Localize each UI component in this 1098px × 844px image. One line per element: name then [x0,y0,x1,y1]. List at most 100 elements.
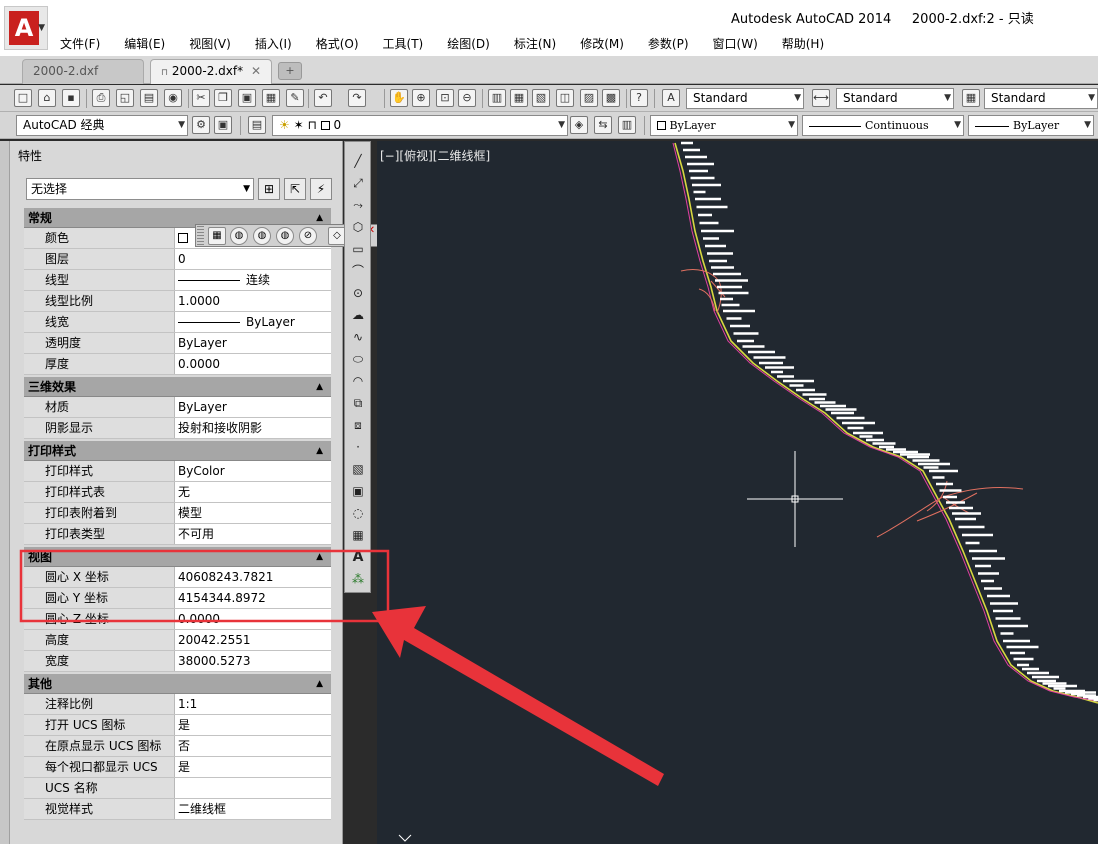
insert-block-icon[interactable]: ⧉ [349,394,367,412]
drawing-canvas[interactable]: [−][俯视][二维线框] [377,141,1098,844]
property-value[interactable] [175,778,331,798]
design-center-icon[interactable]: ▦ [510,89,528,107]
property-value[interactable]: 二维线框 [175,799,331,819]
property-value[interactable]: 否 [175,736,331,756]
property-row[interactable]: 透明度 ByLayer [24,333,331,354]
property-row[interactable]: 打印样式 ByColor [24,461,331,482]
menu-item[interactable]: 插入(I) [243,34,304,54]
line-icon[interactable]: ╱ [349,152,367,170]
copy-icon[interactable]: ❐ [214,89,232,107]
rectangle-icon[interactable]: ▭ [349,240,367,258]
property-row[interactable]: UCS 名称 [24,778,331,799]
property-row[interactable]: 线型 连续 [24,270,331,291]
calculator-icon[interactable]: ▩ [602,89,620,107]
property-value[interactable]: 是 [175,757,331,777]
property-row[interactable]: 线型比例 1.0000 [24,291,331,312]
menu-item[interactable]: 编辑(E) [112,34,177,54]
menu-item[interactable]: 视图(V) [177,34,243,54]
section-header[interactable]: 视图 ▲ [24,547,331,567]
quick-select-button[interactable]: ⚡ [310,178,332,200]
collapse-icon[interactable]: ▲ [316,674,323,694]
property-row[interactable]: 圆心 Z 坐标 0.0000 [24,609,331,630]
property-row[interactable]: 每个视口都显示 UCS 是 [24,757,331,778]
property-value[interactable]: 40608243.7821 [175,567,331,587]
linetype-select[interactable]: Continuous ▼ [802,115,964,136]
property-row[interactable]: 打印表附着到 模型 [24,503,331,524]
add-selected-icon[interactable]: ⁂ [349,570,367,588]
section-header[interactable]: 打印样式 ▲ [24,441,331,461]
section-header[interactable]: 其他 ▲ [24,674,331,694]
property-row[interactable]: 圆心 Y 坐标 4154344.8972 [24,588,331,609]
property-value[interactable]: 连续 [175,270,331,290]
dim-style-select[interactable]: Standard ▼ [836,88,954,109]
property-value[interactable]: ByLayer [175,312,331,332]
palette-title-strip[interactable] [0,141,10,844]
gradient-icon[interactable]: ▣ [349,482,367,500]
publish-icon[interactable]: ▤ [140,89,158,107]
application-menu-button[interactable]: A ▼ [4,6,48,50]
select-objects-button[interactable]: ⇱ [284,178,306,200]
close-icon[interactable]: ✕ [251,60,261,83]
make-block-icon[interactable]: ⧈ [349,416,367,434]
undo-icon[interactable]: ↶ [314,89,332,107]
property-row[interactable]: 线宽 ByLayer [24,312,331,333]
cut-icon[interactable]: ✂ [192,89,210,107]
region-icon[interactable]: ◌ [349,504,367,522]
hatch-icon[interactable]: ▧ [349,460,367,478]
save-icon[interactable]: ▪ [62,89,80,107]
open-file-icon[interactable]: ⌂ [38,89,56,107]
property-row[interactable]: 打印表类型 不可用 [24,524,331,545]
toolbar-grip[interactable] [197,226,204,245]
print-preview-icon[interactable]: ◱ [116,89,134,107]
sphere-remove-icon[interactable]: ◍ [276,227,294,245]
property-value[interactable]: 不可用 [175,524,331,544]
property-row[interactable]: 宽度 38000.5273 [24,651,331,672]
menu-item[interactable]: 帮助(H) [770,34,836,54]
grid-icon[interactable]: ▦ [208,227,226,245]
menu-item[interactable]: 窗口(W) [701,34,770,54]
multiline-text-icon[interactable]: A [349,548,367,566]
polygon-icon[interactable]: ⬡ [349,218,367,236]
property-value[interactable]: ByLayer [175,397,331,417]
property-value[interactable]: 模型 [175,503,331,523]
circle-icon[interactable]: ⊙ [349,284,367,302]
property-value[interactable]: ByLayer [175,333,331,353]
property-value[interactable]: 1.0000 [175,291,331,311]
color-select[interactable]: ByLayer ▼ [650,115,798,136]
property-value[interactable]: 1:1 [175,694,331,714]
property-row[interactable]: 高度 20042.2551 [24,630,331,651]
point-icon[interactable]: · [349,438,367,456]
new-file-icon[interactable]: □ [14,89,32,107]
layer-previous-icon[interactable]: ⇆ [594,116,612,134]
clean-screen-icon[interactable]: ▣ [214,116,232,134]
property-value[interactable]: 无 [175,482,331,502]
workspace-settings-icon[interactable]: ⚙ [192,116,210,134]
polyline-icon[interactable]: ⤳ [349,196,367,214]
layer-states-icon[interactable]: ▥ [618,116,636,134]
pan-icon[interactable]: ✋ [390,89,408,107]
toggle-pickadd-button[interactable]: ⊞ [258,178,280,200]
property-value[interactable]: 20042.2551 [175,630,331,650]
tool-palettes-icon[interactable]: ▧ [532,89,550,107]
arc-icon[interactable]: ⌒ [349,262,367,280]
menu-item[interactable]: 工具(T) [371,34,436,54]
property-value[interactable]: 投射和接收阴影 [175,418,331,438]
menu-item[interactable]: 绘图(D) [435,34,502,54]
spline-icon[interactable]: ∿ [349,328,367,346]
table-style-select[interactable]: Standard ▼ [984,88,1098,109]
zoom-window-icon[interactable]: ⊡ [436,89,454,107]
redo-icon[interactable]: ↷ [348,89,366,107]
menu-item[interactable]: 格式(O) [304,34,371,54]
property-row[interactable]: 视觉样式 二维线框 [24,799,331,820]
property-row[interactable]: 阴影显示 投射和接收阴影 [24,418,331,439]
print-icon[interactable]: ⎙ [92,89,110,107]
property-value[interactable]: 38000.5273 [175,651,331,671]
sphere-icon[interactable]: ◍ [230,227,248,245]
sphere-add-icon[interactable]: ◍ [253,227,271,245]
properties-icon[interactable]: ▥ [488,89,506,107]
sheet-set-icon[interactable]: ◫ [556,89,574,107]
menu-item[interactable]: 修改(M) [568,34,636,54]
viewport-controls-label[interactable]: [−][俯视][二维线框] [380,147,490,164]
property-row[interactable]: 圆心 X 坐标 40608243.7821 [24,567,331,588]
lineweight-select[interactable]: ByLayer ▼ [968,115,1094,136]
